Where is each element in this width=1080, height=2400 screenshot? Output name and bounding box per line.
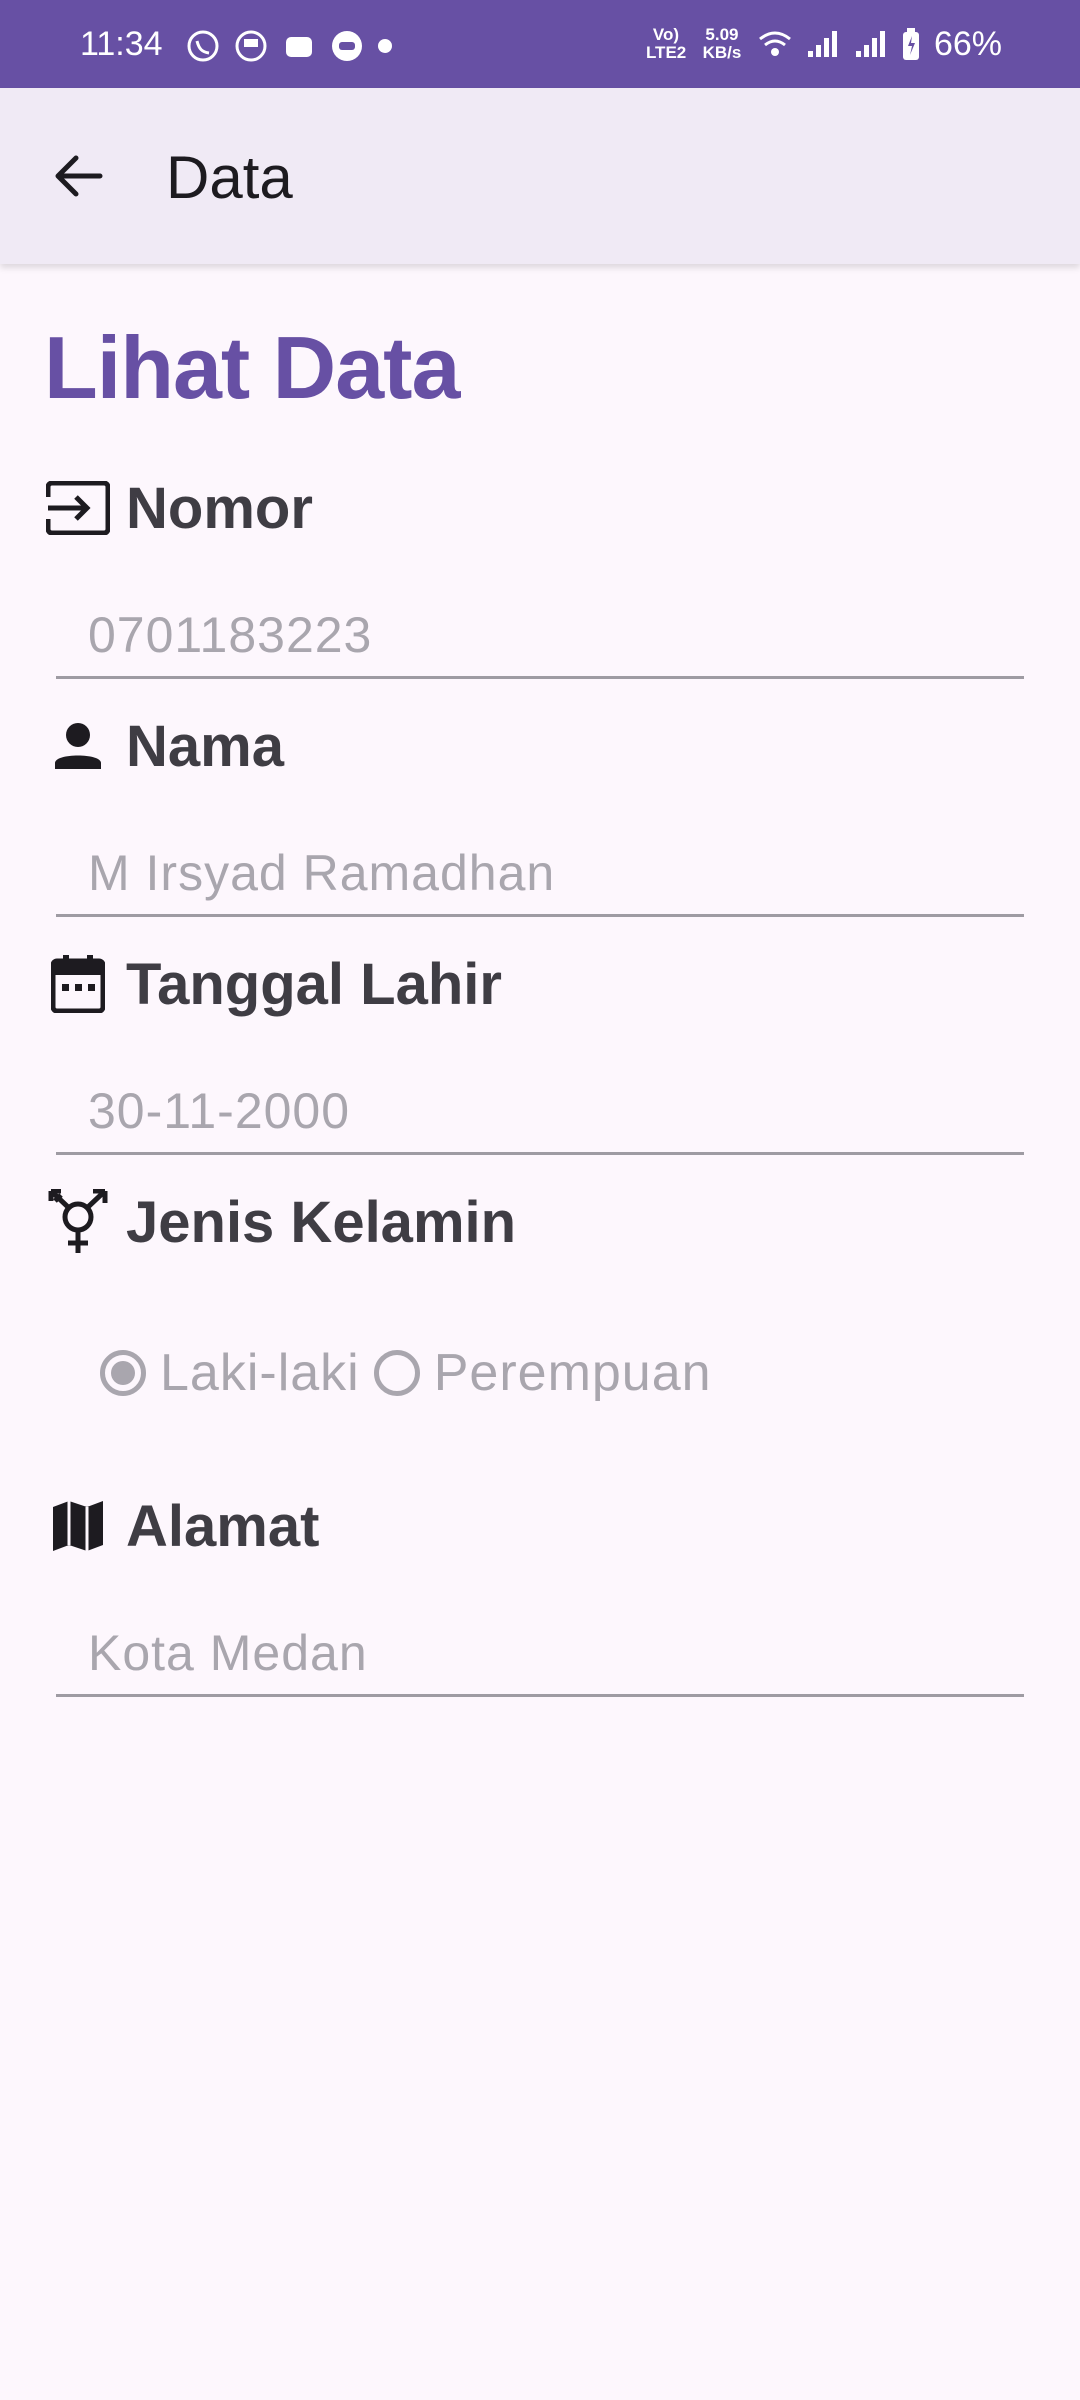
chat-icon bbox=[332, 31, 362, 61]
app-bar: Data bbox=[0, 88, 1080, 264]
dot-icon bbox=[378, 39, 392, 53]
calendar-icon bbox=[44, 950, 112, 1018]
nama-label: Nama bbox=[44, 706, 284, 786]
map-icon bbox=[44, 1492, 112, 1560]
nomor-label: Nomor bbox=[44, 468, 313, 548]
tanggal-lahir-field[interactable]: 30-11-2000 bbox=[56, 1062, 1024, 1155]
status-right: Vo) LTE2 5.09 KB/s 66% bbox=[646, 20, 1002, 68]
tanggal-lahir-label-text: Tanggal Lahir bbox=[126, 951, 502, 1017]
wallet-icon bbox=[286, 37, 312, 57]
radio-perempuan-label: Perempuan bbox=[433, 1344, 712, 1402]
wifi-icon bbox=[759, 31, 791, 56]
radio-unchecked-icon bbox=[373, 1350, 420, 1396]
alamat-label-text: Alamat bbox=[126, 1493, 320, 1559]
person-icon bbox=[44, 712, 112, 780]
nomor-value: 0701183223 bbox=[88, 607, 373, 663]
alamat-value: Kota Medan bbox=[88, 1625, 368, 1681]
nomor-label-text: Nomor bbox=[126, 475, 313, 541]
jenis-kelamin-label-text: Jenis Kelamin bbox=[126, 1189, 517, 1255]
tanggal-lahir-value: 30-11-2000 bbox=[88, 1083, 351, 1139]
nama-label-text: Nama bbox=[126, 713, 284, 779]
status-time: 11:34 bbox=[80, 25, 163, 63]
signal-icon bbox=[807, 31, 837, 57]
nama-field[interactable]: M Irsyad Ramadhan bbox=[56, 824, 1024, 917]
nomor-field[interactable]: 0701183223 bbox=[56, 586, 1024, 679]
radio-laki-laki[interactable]: Laki-laki bbox=[100, 1343, 360, 1403]
radio-checked-icon bbox=[100, 1350, 146, 1396]
gender-icon bbox=[44, 1188, 112, 1256]
alamat-label: Alamat bbox=[44, 1486, 319, 1566]
battery-icon bbox=[902, 28, 919, 60]
input-icon bbox=[44, 474, 112, 542]
back-button[interactable] bbox=[46, 144, 110, 208]
jenis-kelamin-label: Jenis Kelamin bbox=[44, 1182, 516, 1262]
signal-icon-2 bbox=[855, 31, 885, 57]
app-bar-title: Data bbox=[166, 144, 293, 211]
network-speed: 5.09 KB/s bbox=[702, 25, 742, 62]
arrow-back-icon bbox=[55, 155, 103, 197]
tanggal-lahir-label: Tanggal Lahir bbox=[44, 944, 502, 1024]
network-type: Vo) LTE2 bbox=[645, 25, 687, 62]
app-icon bbox=[235, 30, 267, 62]
radio-perempuan[interactable]: Perempuan bbox=[373, 1343, 712, 1403]
nama-value: M Irsyad Ramadhan bbox=[88, 845, 556, 901]
whatsapp-icon bbox=[187, 30, 219, 62]
radio-laki-laki-label: Laki-laki bbox=[160, 1344, 360, 1402]
page-title: Lihat Data bbox=[44, 318, 460, 417]
alamat-field[interactable]: Kota Medan bbox=[56, 1604, 1024, 1697]
battery-percent: 66% bbox=[933, 25, 1002, 63]
notification-icons bbox=[186, 26, 392, 66]
status-bar: 11:34 Vo) LTE2 5.09 KB/s 66% bbox=[0, 0, 1080, 88]
gender-radio-group: Laki-laki Perempuan bbox=[100, 1338, 726, 1408]
